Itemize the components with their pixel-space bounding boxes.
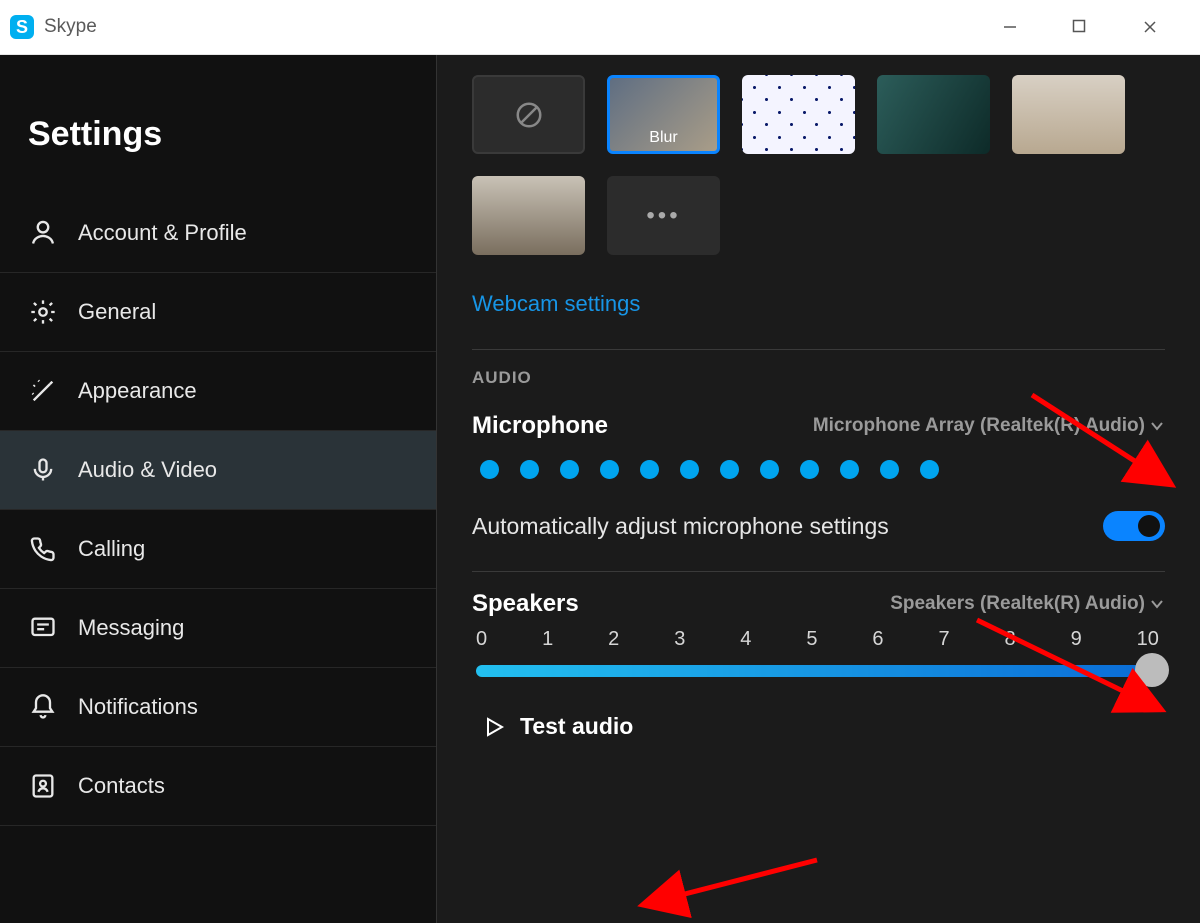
- wand-icon: [28, 376, 58, 406]
- sidebar-item-messaging[interactable]: Messaging: [0, 589, 436, 668]
- settings-content: Blur ••• Webcam settings AUDIO Microphon…: [437, 55, 1200, 923]
- mic-level-dot: [520, 460, 539, 479]
- sidebar-item-label: Appearance: [78, 378, 197, 404]
- microphone-label: Microphone: [472, 412, 608, 440]
- mic-level-dot: [840, 460, 859, 479]
- person-icon: [28, 218, 58, 248]
- more-icon: •••: [646, 202, 680, 230]
- mic-level-dot: [480, 460, 499, 479]
- window-controls: [1002, 19, 1190, 35]
- test-audio-button[interactable]: Test audio: [482, 713, 1165, 740]
- webcam-settings-link[interactable]: Webcam settings: [472, 291, 640, 317]
- background-none-tile[interactable]: [472, 75, 585, 154]
- auto-adjust-toggle[interactable]: [1103, 511, 1165, 541]
- minimize-button[interactable]: [1002, 19, 1032, 35]
- audio-section-label: AUDIO: [472, 368, 1165, 388]
- chevron-down-icon: [1149, 596, 1165, 612]
- background-pattern-3-tile[interactable]: [1012, 75, 1125, 154]
- annotation-arrow: [1022, 385, 1200, 505]
- microphone-row: Microphone Microphone Array (Realtek(R) …: [472, 412, 1165, 440]
- toggle-knob: [1138, 515, 1160, 537]
- mic-level-dot: [800, 460, 819, 479]
- test-audio-label: Test audio: [520, 713, 633, 740]
- sidebar-item-account-profile[interactable]: Account & Profile: [0, 194, 436, 273]
- chat-icon: [28, 613, 58, 643]
- mic-level-dot: [560, 460, 579, 479]
- sidebar-item-general[interactable]: General: [0, 273, 436, 352]
- sidebar-item-appearance[interactable]: Appearance: [0, 352, 436, 431]
- background-pattern-1-tile[interactable]: [742, 75, 855, 154]
- mic-level-dot: [600, 460, 619, 479]
- slider-tick: 4: [740, 628, 751, 651]
- slider-track: [476, 665, 1161, 677]
- sidebar-item-label: Account & Profile: [78, 220, 247, 246]
- background-effects-row: Blur •••: [472, 75, 1165, 255]
- slider-tick: 5: [806, 628, 817, 651]
- sidebar-item-notifications[interactable]: Notifications: [0, 668, 436, 747]
- mic-level-dot: [680, 460, 699, 479]
- speakers-device-dropdown[interactable]: Speakers (Realtek(R) Audio): [890, 593, 1165, 615]
- phone-icon: [28, 534, 58, 564]
- mic-level-dot: [640, 460, 659, 479]
- sidebar-item-label: Contacts: [78, 773, 165, 799]
- divider: [472, 349, 1165, 350]
- sidebar-item-label: Notifications: [78, 694, 198, 720]
- sidebar-item-label: Messaging: [78, 615, 184, 641]
- play-icon: [482, 715, 506, 739]
- titlebar: S Skype: [0, 0, 1200, 55]
- sidebar-item-audio-video[interactable]: Audio & Video: [0, 431, 436, 510]
- mic-level-dot: [880, 460, 899, 479]
- close-button[interactable]: [1142, 19, 1172, 35]
- auto-adjust-label: Automatically adjust microphone settings: [472, 513, 889, 540]
- speakers-device-name: Speakers (Realtek(R) Audio): [890, 593, 1145, 615]
- slider-tick: 7: [938, 628, 949, 651]
- background-blur-tile[interactable]: Blur: [607, 75, 720, 154]
- slider-tick: 10: [1137, 628, 1159, 651]
- mic-level-dot: [920, 460, 939, 479]
- settings-sidebar: Settings Account & Profile General Appea…: [0, 55, 437, 923]
- sidebar-item-label: General: [78, 299, 156, 325]
- slider-tick: 8: [1005, 628, 1016, 651]
- slider-tick: 9: [1071, 628, 1082, 651]
- skype-logo-icon: S: [10, 15, 34, 39]
- sidebar-item-contacts[interactable]: Contacts: [0, 747, 436, 826]
- microphone-device-name: Microphone Array (Realtek(R) Audio): [813, 415, 1145, 437]
- auto-adjust-row: Automatically adjust microphone settings: [472, 511, 1165, 541]
- slider-tick: 0: [476, 628, 487, 651]
- slider-tick: 2: [608, 628, 619, 651]
- mic-level-dot: [720, 460, 739, 479]
- maximize-button[interactable]: [1072, 19, 1102, 35]
- background-more-tile[interactable]: •••: [607, 176, 720, 255]
- mic-level-dot: [760, 460, 779, 479]
- window-title: Skype: [44, 16, 97, 38]
- slider-ticks: 0 1 2 3 4 5 6 7 8 9 10: [472, 628, 1165, 657]
- bell-icon: [28, 692, 58, 722]
- sidebar-item-label: Audio & Video: [78, 457, 217, 483]
- background-pattern-2-tile[interactable]: [877, 75, 990, 154]
- speakers-label: Speakers: [472, 590, 579, 618]
- microphone-level-meter: [480, 460, 1165, 479]
- slider-tick: 6: [872, 628, 883, 651]
- contacts-icon: [28, 771, 58, 801]
- settings-title: Settings: [0, 55, 436, 194]
- annotation-arrow: [437, 410, 447, 530]
- gear-icon: [28, 297, 58, 327]
- sidebar-item-label: Calling: [78, 536, 145, 562]
- background-blur-label: Blur: [610, 129, 717, 147]
- slider-thumb[interactable]: [1135, 653, 1169, 687]
- chevron-down-icon: [1149, 418, 1165, 434]
- slider-tick: 3: [674, 628, 685, 651]
- microphone-icon: [28, 455, 58, 485]
- speakers-row: Speakers Speakers (Realtek(R) Audio): [472, 590, 1165, 618]
- speaker-volume-slider[interactable]: [476, 657, 1161, 685]
- divider: [472, 571, 1165, 572]
- speaker-volume-slider-area: 0 1 2 3 4 5 6 7 8 9 10: [472, 628, 1165, 685]
- annotation-arrow: [627, 850, 827, 920]
- slider-tick: 1: [542, 628, 553, 651]
- background-room-tile[interactable]: [472, 176, 585, 255]
- microphone-device-dropdown[interactable]: Microphone Array (Realtek(R) Audio): [813, 415, 1165, 437]
- sidebar-item-calling[interactable]: Calling: [0, 510, 436, 589]
